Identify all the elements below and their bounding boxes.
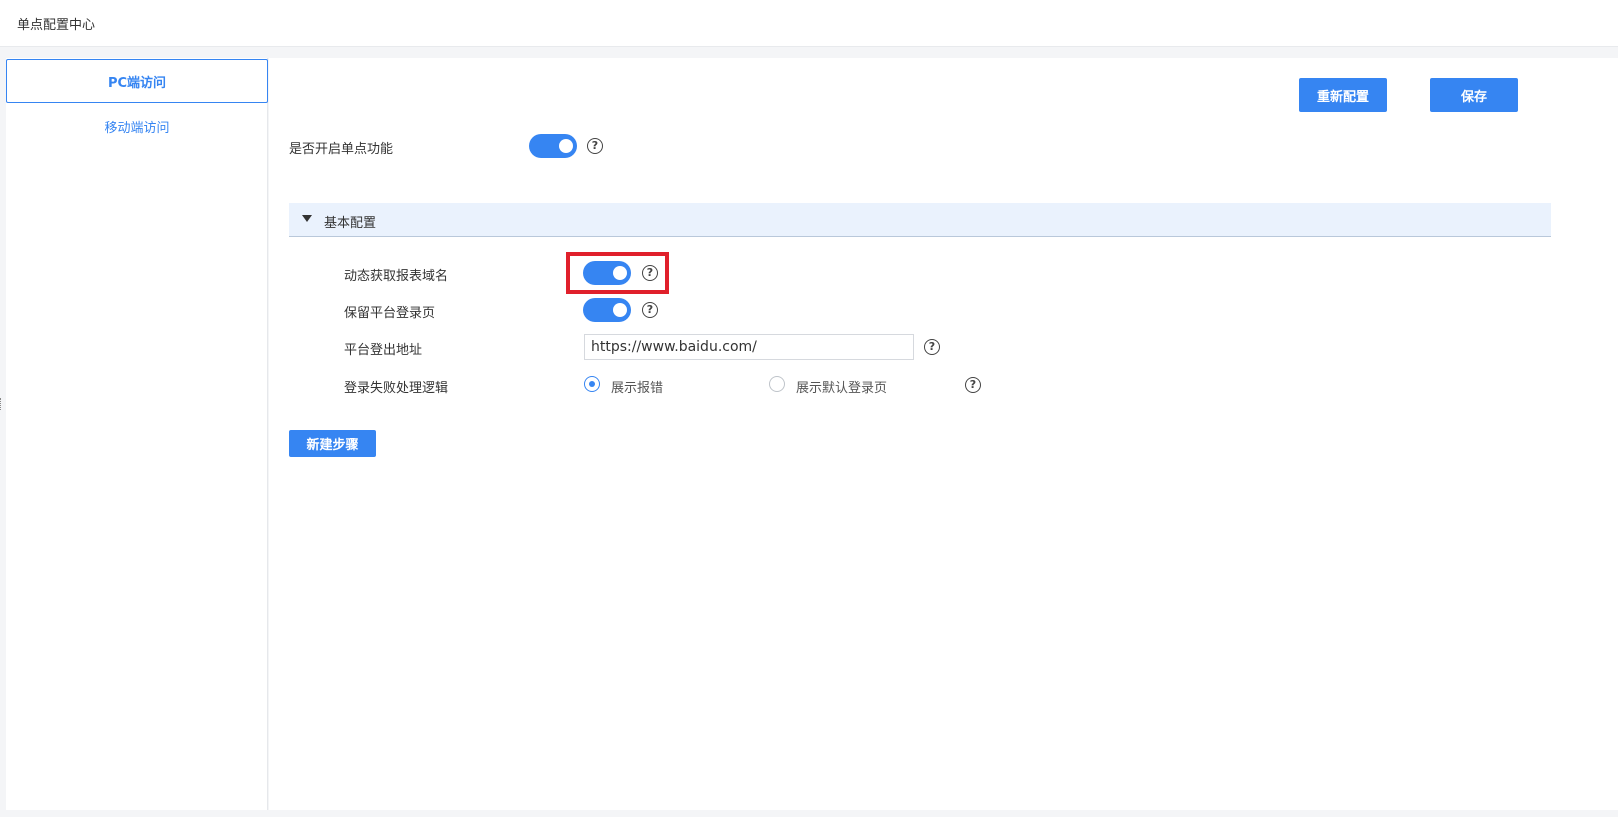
save-button[interactable]: 保存 — [1430, 78, 1518, 112]
dynamic-domain-label: 动态获取报表域名 — [344, 269, 449, 284]
help-icon[interactable]: ? — [642, 302, 658, 318]
logout-url-input[interactable] — [584, 334, 914, 360]
toggle-knob — [613, 303, 627, 317]
help-icon[interactable]: ? — [924, 339, 940, 355]
sidebar-item-label: 移动端访问 — [104, 120, 170, 136]
basic-config-section-header[interactable]: 基本配置 — [289, 203, 1551, 237]
toggle-knob — [613, 266, 627, 280]
logout-url-label: 平台登出地址 — [344, 343, 423, 358]
radio-show-default-login[interactable] — [769, 376, 785, 392]
login-fail-label: 登录失败处理逻辑 — [344, 381, 449, 396]
main-panel: 重新配置 保存 是否开启单点功能 ? 基本配置 动态获取报表域名 ? 保留平台登… — [269, 58, 1618, 810]
top-header: 单点配置中心 — [0, 0, 1618, 47]
help-icon[interactable]: ? — [965, 377, 981, 393]
sidebar: PC端访问 移动端访问 — [6, 58, 268, 810]
reconfigure-button[interactable]: 重新配置 — [1299, 78, 1387, 112]
sidebar-item-pc-access[interactable]: PC端访问 — [6, 59, 268, 103]
radio-show-error-label[interactable]: 展示报错 — [611, 377, 663, 396]
section-title: 基本配置 — [324, 216, 377, 231]
keep-login-page-toggle[interactable] — [583, 298, 631, 322]
sso-toggle-label: 是否开启单点功能 — [289, 142, 394, 157]
help-icon[interactable]: ? — [642, 265, 658, 281]
caret-down-icon — [302, 215, 312, 222]
sidebar-item-mobile-access[interactable]: 移动端访问 — [6, 104, 268, 148]
help-icon[interactable]: ? — [587, 138, 603, 154]
radio-show-error[interactable] — [584, 376, 600, 392]
resize-handle[interactable] — [0, 398, 2, 410]
new-step-button[interactable]: 新建步骤 — [289, 430, 376, 457]
radio-show-default-login-label[interactable]: 展示默认登录页 — [796, 377, 887, 396]
page-title: 单点配置中心 — [17, 18, 96, 33]
keep-login-page-label: 保留平台登录页 — [344, 306, 436, 321]
toggle-knob — [559, 139, 573, 153]
sidebar-item-label: PC端访问 — [107, 75, 167, 91]
sso-toggle[interactable] — [529, 134, 577, 158]
dynamic-domain-toggle[interactable] — [583, 261, 631, 285]
